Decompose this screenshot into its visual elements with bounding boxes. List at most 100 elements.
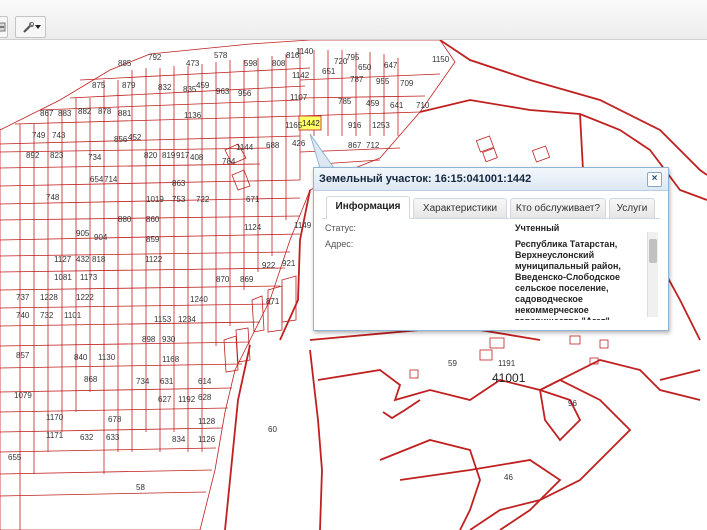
parcel-label: 963 <box>216 87 230 96</box>
parcel-label: 651 <box>322 67 336 76</box>
parcel-label: 868 <box>84 375 98 384</box>
parcel-label: 784 <box>222 157 236 166</box>
parcel-label: 856 <box>114 135 128 144</box>
close-button[interactable]: × <box>647 172 662 187</box>
parcel-label: 432 <box>76 255 90 264</box>
parcel-label: 1253 <box>372 121 390 130</box>
parcel-label: 870 <box>216 275 230 284</box>
tools-menu-button[interactable] <box>15 16 46 38</box>
parcel-label: 892 <box>26 151 40 160</box>
close-icon: × <box>651 173 658 184</box>
map-toolbar <box>0 0 707 40</box>
parcel-label: 714 <box>104 175 118 184</box>
parcel-label: 875 <box>92 81 106 90</box>
parcel-label: 632 <box>80 433 94 442</box>
parcel-label: 867 <box>348 141 362 150</box>
parcel-label: 1130 <box>98 353 116 362</box>
parcel-label: 1222 <box>76 293 94 302</box>
parcel-label: 1168 <box>162 355 180 364</box>
parcel-label: 1128 <box>198 417 216 426</box>
parcel-label: 614 <box>198 377 212 386</box>
parcel-label: 863 <box>172 179 186 188</box>
parcel-label: 749 <box>32 131 46 140</box>
parcel-label: 785 <box>338 97 352 106</box>
parcel-label: 885 <box>118 59 132 68</box>
parcel-label: 452 <box>128 133 142 142</box>
parcel-label: 869 <box>240 275 254 284</box>
parcel-label: 678 <box>108 415 122 424</box>
scroll-thumb[interactable] <box>649 239 657 263</box>
print-button[interactable] <box>0 16 8 38</box>
parcel-label: 1101 <box>64 311 82 320</box>
parcel-label: 955 <box>376 77 390 86</box>
parcel-label: 650 <box>358 63 372 72</box>
parcel-label: 709 <box>400 79 414 88</box>
parcel-label: 818 <box>92 255 106 264</box>
parcel-label: 860 <box>146 215 160 224</box>
parcel-label: 59 <box>448 359 457 368</box>
parcel-label: 722 <box>196 195 210 204</box>
parcel-label: 459 <box>196 81 210 90</box>
parcel-label: 1107 <box>290 93 308 102</box>
wrench-icon <box>22 21 34 33</box>
parcel-label: 835 <box>183 85 197 94</box>
parcel-label: 734 <box>88 153 102 162</box>
parcel-label: 1149 <box>294 221 312 230</box>
parcel-label: 787 <box>350 75 364 84</box>
parcel-label: 732 <box>40 311 54 320</box>
parcel-label: 627 <box>158 395 172 404</box>
parcel-label: 1170 <box>46 413 64 422</box>
parcel-label: 1142 <box>292 71 310 80</box>
parcel-label: 956 <box>238 89 252 98</box>
parcel-label: 1079 <box>14 391 32 400</box>
parcel-label: 1192 <box>178 395 196 404</box>
parcel-label: 881 <box>118 109 132 118</box>
parcel-label: 840 <box>74 353 88 362</box>
parcel-label: 1150 <box>432 55 450 64</box>
tab-body: Статус: Учтенный Адрес: Республика Татар… <box>322 219 660 320</box>
parcel-label: 859 <box>146 235 160 244</box>
parcel-label: 1173 <box>80 273 98 282</box>
tab-information[interactable]: Информация <box>326 196 410 219</box>
parcel-label: 710 <box>416 101 430 110</box>
parcel-label: 795 <box>346 53 360 62</box>
parcel-label: 880 <box>118 215 132 224</box>
parcel-label: 737 <box>16 293 30 302</box>
popup-tabs: Информация Характеристики Кто обслуживае… <box>322 196 660 219</box>
parcel-label: 578 <box>214 51 228 60</box>
parcel-label: 1122 <box>145 255 163 264</box>
popup-title: Земельный участок: 16:15:041001:1442 <box>314 168 668 191</box>
parcel-label: 598 <box>244 59 258 68</box>
status-value: Учтенный <box>515 223 560 233</box>
tab-services[interactable]: Услуги <box>609 198 655 218</box>
parcel-label: 879 <box>122 81 136 90</box>
parcel-label: 1136 <box>184 111 202 120</box>
parcel-label: 46 <box>504 473 513 482</box>
tab-characteristics[interactable]: Характеристики <box>413 198 507 218</box>
parcel-label: 1228 <box>40 293 58 302</box>
parcel-label: 904 <box>94 233 108 242</box>
parcel-label: 1171 <box>46 431 64 440</box>
tab-who-serves[interactable]: Кто обслуживает? <box>510 198 606 218</box>
parcel-label: 426 <box>292 139 306 148</box>
parcel-label: 655 <box>8 453 22 462</box>
parcel-label: 834 <box>172 435 186 444</box>
parcel-label: 832 <box>158 83 172 92</box>
scrollbar[interactable] <box>647 232 658 317</box>
parcel-label: 867 <box>40 109 54 118</box>
parcel-label: 641 <box>390 101 404 110</box>
parcel-label: 922 <box>262 261 276 270</box>
parcel-label: 631 <box>160 377 174 386</box>
parcel-label: 734 <box>136 377 150 386</box>
parcel-label: 792 <box>148 53 162 62</box>
parcel-label: 905 <box>76 229 90 238</box>
parcel-label: 633 <box>106 433 120 442</box>
quarter-label: 41001 <box>492 371 526 385</box>
address-value: Республика Татарстан, Верхнеуслонский му… <box>515 239 621 320</box>
parcel-label: 808 <box>272 59 286 68</box>
parcel-label: 743 <box>52 131 66 140</box>
parcel-label: 930 <box>162 335 176 344</box>
parcel-label: 647 <box>384 61 398 70</box>
parcel-label: 1126 <box>198 435 216 444</box>
parcel-label: 819 <box>162 151 176 160</box>
